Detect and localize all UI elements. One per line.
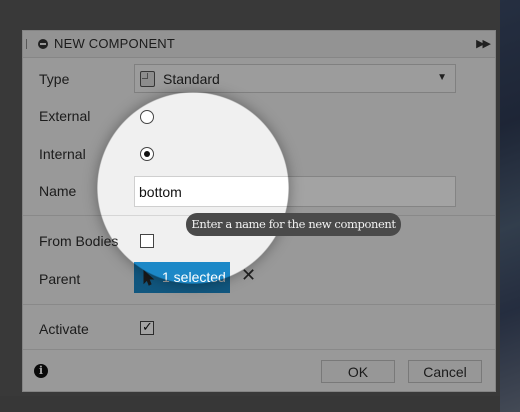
minus-circle-icon[interactable] bbox=[38, 39, 48, 49]
internal-label: Internal bbox=[39, 146, 86, 162]
external-label: External bbox=[39, 108, 91, 124]
parent-selection-button[interactable]: 1 selected bbox=[134, 262, 230, 293]
external-radio[interactable] bbox=[140, 110, 154, 124]
dialog-title: NEW COMPONENT bbox=[54, 36, 176, 51]
parent-selection-label: 1 selected bbox=[162, 269, 226, 285]
from-bodies-checkbox[interactable] bbox=[140, 234, 154, 248]
double-chevron-right-icon[interactable]: ▶▶ bbox=[476, 37, 491, 50]
drag-grip-icon[interactable] bbox=[26, 39, 29, 49]
cursor-arrow-icon bbox=[143, 269, 155, 289]
from-bodies-label: From Bodies bbox=[39, 233, 119, 249]
type-label: Type bbox=[39, 71, 70, 87]
divider bbox=[23, 349, 495, 350]
name-field[interactable] bbox=[134, 176, 456, 207]
activate-label: Activate bbox=[39, 321, 89, 337]
type-value: Standard bbox=[163, 71, 220, 87]
parent-label: Parent bbox=[39, 271, 81, 287]
check-icon: ✓ bbox=[142, 319, 153, 334]
chevron-down-icon: ▼ bbox=[437, 72, 447, 83]
close-icon[interactable]: ✕ bbox=[241, 265, 256, 286]
cancel-button[interactable]: Cancel bbox=[408, 360, 482, 383]
internal-radio[interactable] bbox=[140, 147, 154, 161]
name-label: Name bbox=[39, 183, 77, 199]
component-icon bbox=[140, 71, 155, 87]
type-dropdown[interactable]: Standard ▼ bbox=[134, 64, 456, 93]
canvas-background bbox=[500, 0, 520, 412]
canvas-background-bottom bbox=[0, 396, 500, 412]
activate-checkbox[interactable]: ✓ bbox=[140, 319, 154, 335]
ok-button[interactable]: OK bbox=[321, 360, 395, 383]
info-icon[interactable]: i bbox=[34, 364, 48, 378]
dialog-titlebar[interactable]: NEW COMPONENT ▶▶ bbox=[23, 31, 495, 58]
new-component-dialog: NEW COMPONENT ▶▶ Type Standard ▼ Externa… bbox=[22, 30, 496, 392]
divider bbox=[23, 304, 495, 305]
name-tooltip: Enter a name for the new component bbox=[186, 213, 401, 236]
